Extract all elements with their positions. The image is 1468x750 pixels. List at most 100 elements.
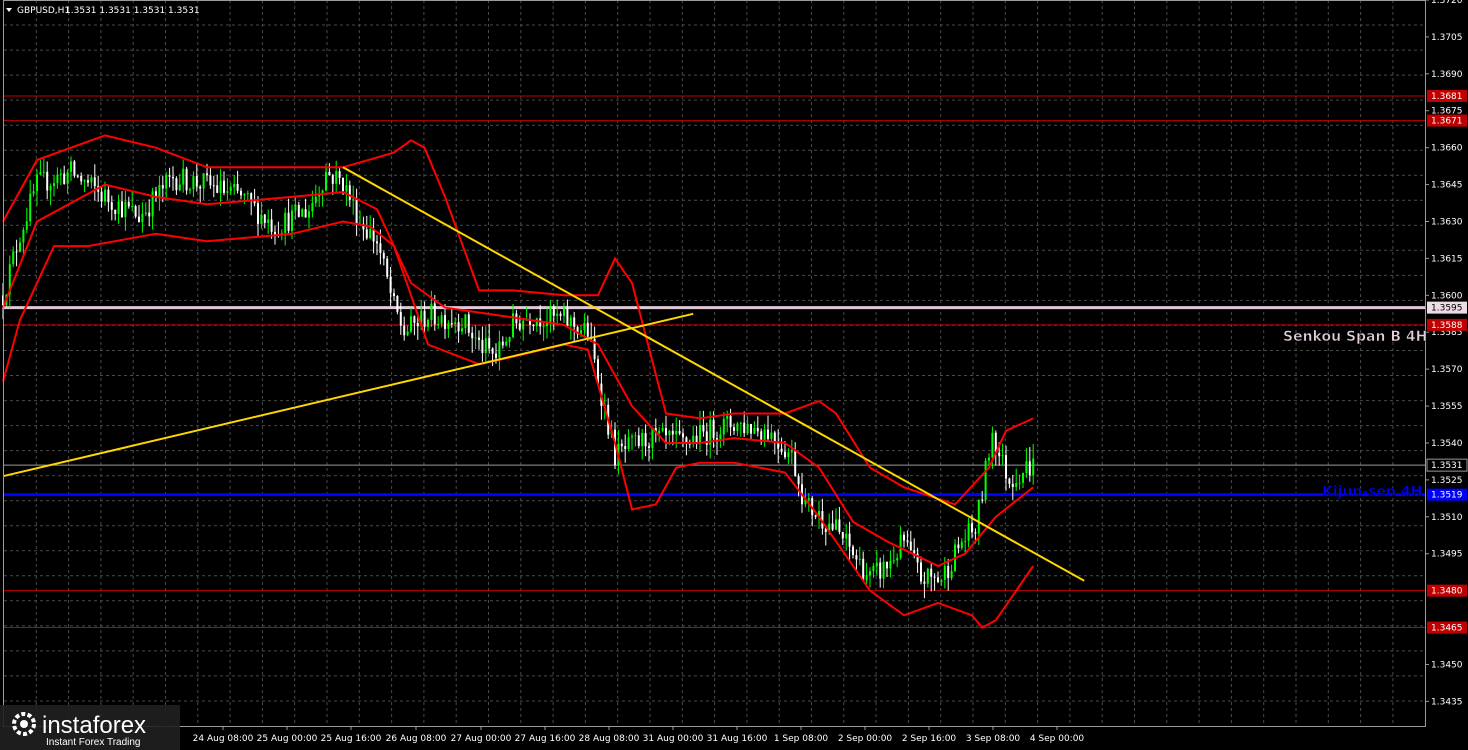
candle-body [325, 171, 327, 191]
candle-body [32, 191, 35, 194]
candle-body [192, 176, 195, 190]
candle-body [535, 318, 538, 327]
candle-body [566, 308, 569, 327]
candle-body [753, 427, 756, 434]
candle-body [501, 341, 504, 346]
candle-body [403, 325, 406, 336]
candle-body [464, 314, 467, 329]
x-tick-label: 4 Sep 00:00 [1030, 734, 1085, 744]
candle-body [974, 532, 977, 534]
candle-body [216, 185, 219, 193]
candle-body [209, 175, 212, 186]
x-tick-label: 2 Sep 16:00 [902, 734, 957, 744]
candle-body [110, 202, 113, 210]
candle-body [158, 185, 161, 198]
x-tick-label: 2 Sep 00:00 [838, 734, 893, 744]
candle-body [488, 338, 491, 349]
price-box-current-text: 1.3531 [1431, 461, 1463, 471]
candle-body [1008, 478, 1011, 484]
candle-body [780, 448, 783, 452]
candle-body [291, 210, 293, 232]
candle-body [892, 560, 895, 562]
candle-body [161, 185, 164, 189]
y-tick-label: 1.3540 [1431, 439, 1463, 449]
candle-body [386, 258, 389, 277]
price-box-level-text: 1.3465 [1431, 624, 1463, 634]
candle-body [573, 317, 576, 327]
candle-body [787, 452, 790, 458]
candle-body [549, 306, 552, 323]
candle-body [920, 562, 922, 582]
candle-body [991, 432, 994, 458]
candle-body [195, 176, 198, 187]
candle-body [658, 430, 661, 434]
candle-body [862, 558, 865, 581]
candle-body [270, 219, 273, 232]
candle-body [852, 546, 854, 555]
candle-body [624, 446, 627, 450]
candle-body [865, 575, 868, 581]
candle-body [314, 196, 317, 203]
candle-body [977, 499, 980, 534]
x-tick-label: 27 Aug 00:00 [451, 734, 512, 744]
candle-body [491, 348, 494, 354]
candle-body [134, 206, 137, 217]
candle-body [637, 435, 640, 446]
candle-body [348, 185, 351, 201]
candle-body [416, 323, 419, 327]
candle-body [542, 326, 545, 328]
candle-body [301, 209, 304, 217]
candle-body [284, 212, 287, 233]
x-tick-label: 24 Aug 08:00 [193, 734, 254, 744]
y-tick-label: 1.3510 [1431, 513, 1463, 523]
x-tick-label: 25 Aug 16:00 [321, 734, 382, 744]
candle-body [784, 451, 786, 458]
candle-body [311, 202, 314, 212]
candle-body [940, 579, 943, 583]
candle-body [583, 322, 586, 331]
price-box-level-text: 1.3480 [1431, 587, 1463, 597]
price-chart[interactable]: 1.37201.37051.36901.36751.36601.36451.36… [0, 0, 1468, 750]
watermark-brand: instaforex [42, 712, 146, 739]
candle-body [236, 183, 239, 191]
candle-body [93, 177, 96, 187]
candle-body [260, 214, 263, 224]
x-tick-label: 31 Aug 16:00 [707, 734, 768, 744]
candle-body [886, 561, 888, 569]
candle-body [365, 229, 368, 239]
candle-body [410, 316, 412, 332]
candle-body [226, 191, 229, 193]
candle-body [342, 178, 344, 192]
y-tick-label: 1.3495 [1431, 550, 1463, 560]
candle-body [107, 189, 110, 203]
candle-body [733, 427, 735, 431]
candle-body [988, 457, 990, 461]
candle-body [1011, 483, 1014, 488]
candle-body [148, 212, 151, 217]
candle-body [413, 316, 416, 324]
candle-body [444, 315, 446, 329]
candle-body [59, 173, 62, 175]
candle-body [46, 171, 49, 191]
candle-body [297, 204, 300, 217]
watermark-tagline: Instant Forex Trading [46, 737, 141, 748]
candle-body [869, 571, 871, 576]
ohlc-readout: 1.3531 1.3531 1.3531 1.3531 [65, 6, 200, 16]
candle-body [964, 540, 967, 542]
candle-body [569, 317, 572, 327]
candle-body [474, 337, 477, 339]
candle-body [257, 203, 259, 224]
candle-body [746, 424, 749, 434]
candle-body [671, 430, 674, 435]
candle-body [906, 540, 909, 542]
candle-body [274, 231, 276, 235]
candle-body [563, 308, 565, 316]
candle-body [246, 193, 249, 195]
candle-body [726, 415, 729, 419]
candle-body [1032, 458, 1035, 476]
candle-body [858, 558, 861, 560]
candle-body [376, 241, 378, 244]
candle-body [263, 214, 266, 223]
candle-body [124, 201, 127, 218]
y-tick-label: 1.3600 [1431, 291, 1463, 301]
